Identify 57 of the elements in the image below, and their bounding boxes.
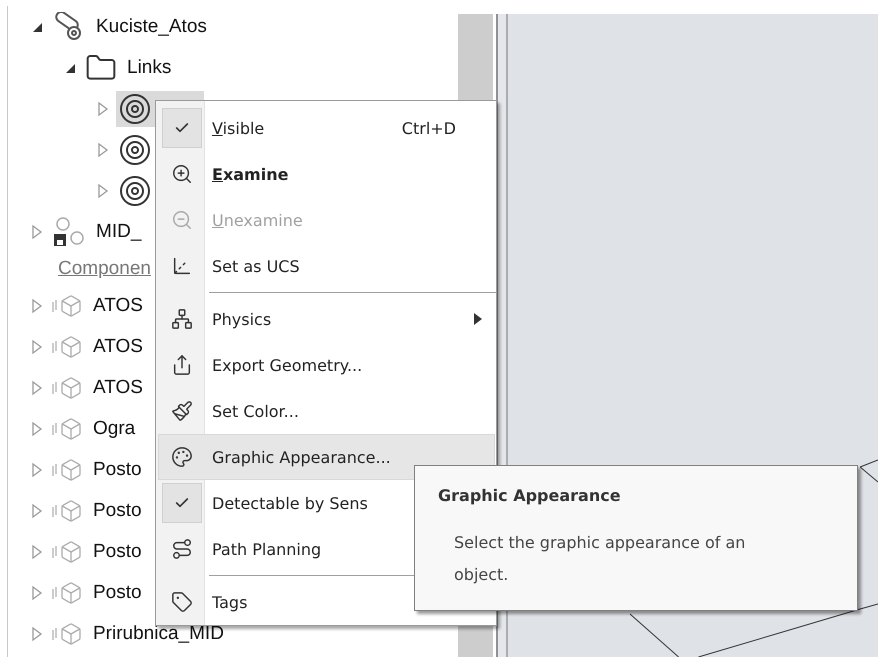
magnifier-icon [171, 163, 193, 185]
expand-arrow-icon[interactable] [30, 502, 44, 518]
component-icon [52, 334, 83, 358]
expand-arrow-icon[interactable] [30, 544, 44, 560]
menu-item[interactable]: Visible Ctrl+D [158, 105, 495, 151]
expand-arrow-icon[interactable] [30, 626, 44, 642]
expand-arrow-icon[interactable] [30, 380, 44, 396]
tooltip-text: Select the graphic appearance of an object. [454, 532, 746, 586]
component-icon [52, 416, 83, 440]
expand-arrow-icon[interactable] [96, 182, 110, 198]
tooltip-title: Graphic Appearance [438, 486, 622, 505]
expand-arrow-icon[interactable] [30, 298, 44, 314]
export-icon [171, 354, 193, 376]
expand-arrow-icon[interactable] [30, 224, 44, 240]
tree-item[interactable]: ATOS [50, 328, 147, 364]
network-icon [171, 308, 193, 330]
paintbrush-icon [171, 400, 193, 422]
component-icon [52, 540, 83, 564]
route-icon [171, 538, 193, 560]
component-icon [52, 458, 83, 482]
expand-arrow-icon[interactable] [30, 584, 44, 600]
magnifier-icon [171, 209, 193, 231]
tree-item[interactable]: Posto [50, 452, 146, 488]
menu-item[interactable]: Set as UCS [158, 243, 495, 289]
tree-item[interactable]: Posto [50, 492, 146, 528]
tree-item[interactable]: Posto [50, 534, 146, 570]
expand-arrow-icon[interactable] [96, 142, 110, 158]
menu-item[interactable]: Examine [158, 151, 495, 197]
component-icon [52, 622, 83, 646]
component-icon [52, 580, 83, 604]
component-icon [52, 294, 83, 318]
tree-item[interactable]: Posto [50, 574, 146, 610]
tree-item[interactable]: Ogra [50, 410, 140, 446]
axes-icon [171, 255, 193, 277]
menu-item[interactable]: Export Geometry... [158, 342, 495, 388]
expand-arrow-icon[interactable] [30, 420, 44, 436]
palette-icon [171, 446, 193, 468]
component-icon [52, 376, 83, 400]
gear-icon [118, 132, 152, 166]
tree-caption: Componen [58, 258, 151, 280]
gear-icon [118, 92, 152, 126]
gear-icon [118, 174, 152, 208]
expand-arrow-icon[interactable] [96, 100, 110, 116]
expand-arrow-icon[interactable] [30, 462, 44, 478]
tree-item[interactable]: ATOS [50, 288, 147, 324]
tree-item[interactable]: Prirubnica_MID [50, 616, 228, 652]
tree-item[interactable]: MID_ [50, 214, 146, 250]
saved-assembly-icon [52, 216, 86, 248]
tree-item[interactable]: Links [83, 50, 176, 86]
tag-icon [171, 591, 193, 613]
menu-item[interactable]: Graphic Appearance... [158, 434, 495, 480]
menu-item[interactable]: Set Color... [158, 388, 495, 434]
tree-item[interactable]: ATOS [50, 370, 147, 406]
menu-item[interactable]: Physics [158, 296, 495, 342]
component-icon [52, 498, 83, 522]
expand-arrow-icon[interactable] [30, 338, 44, 354]
tree-item[interactable]: Kuciste_Atos [50, 8, 211, 44]
